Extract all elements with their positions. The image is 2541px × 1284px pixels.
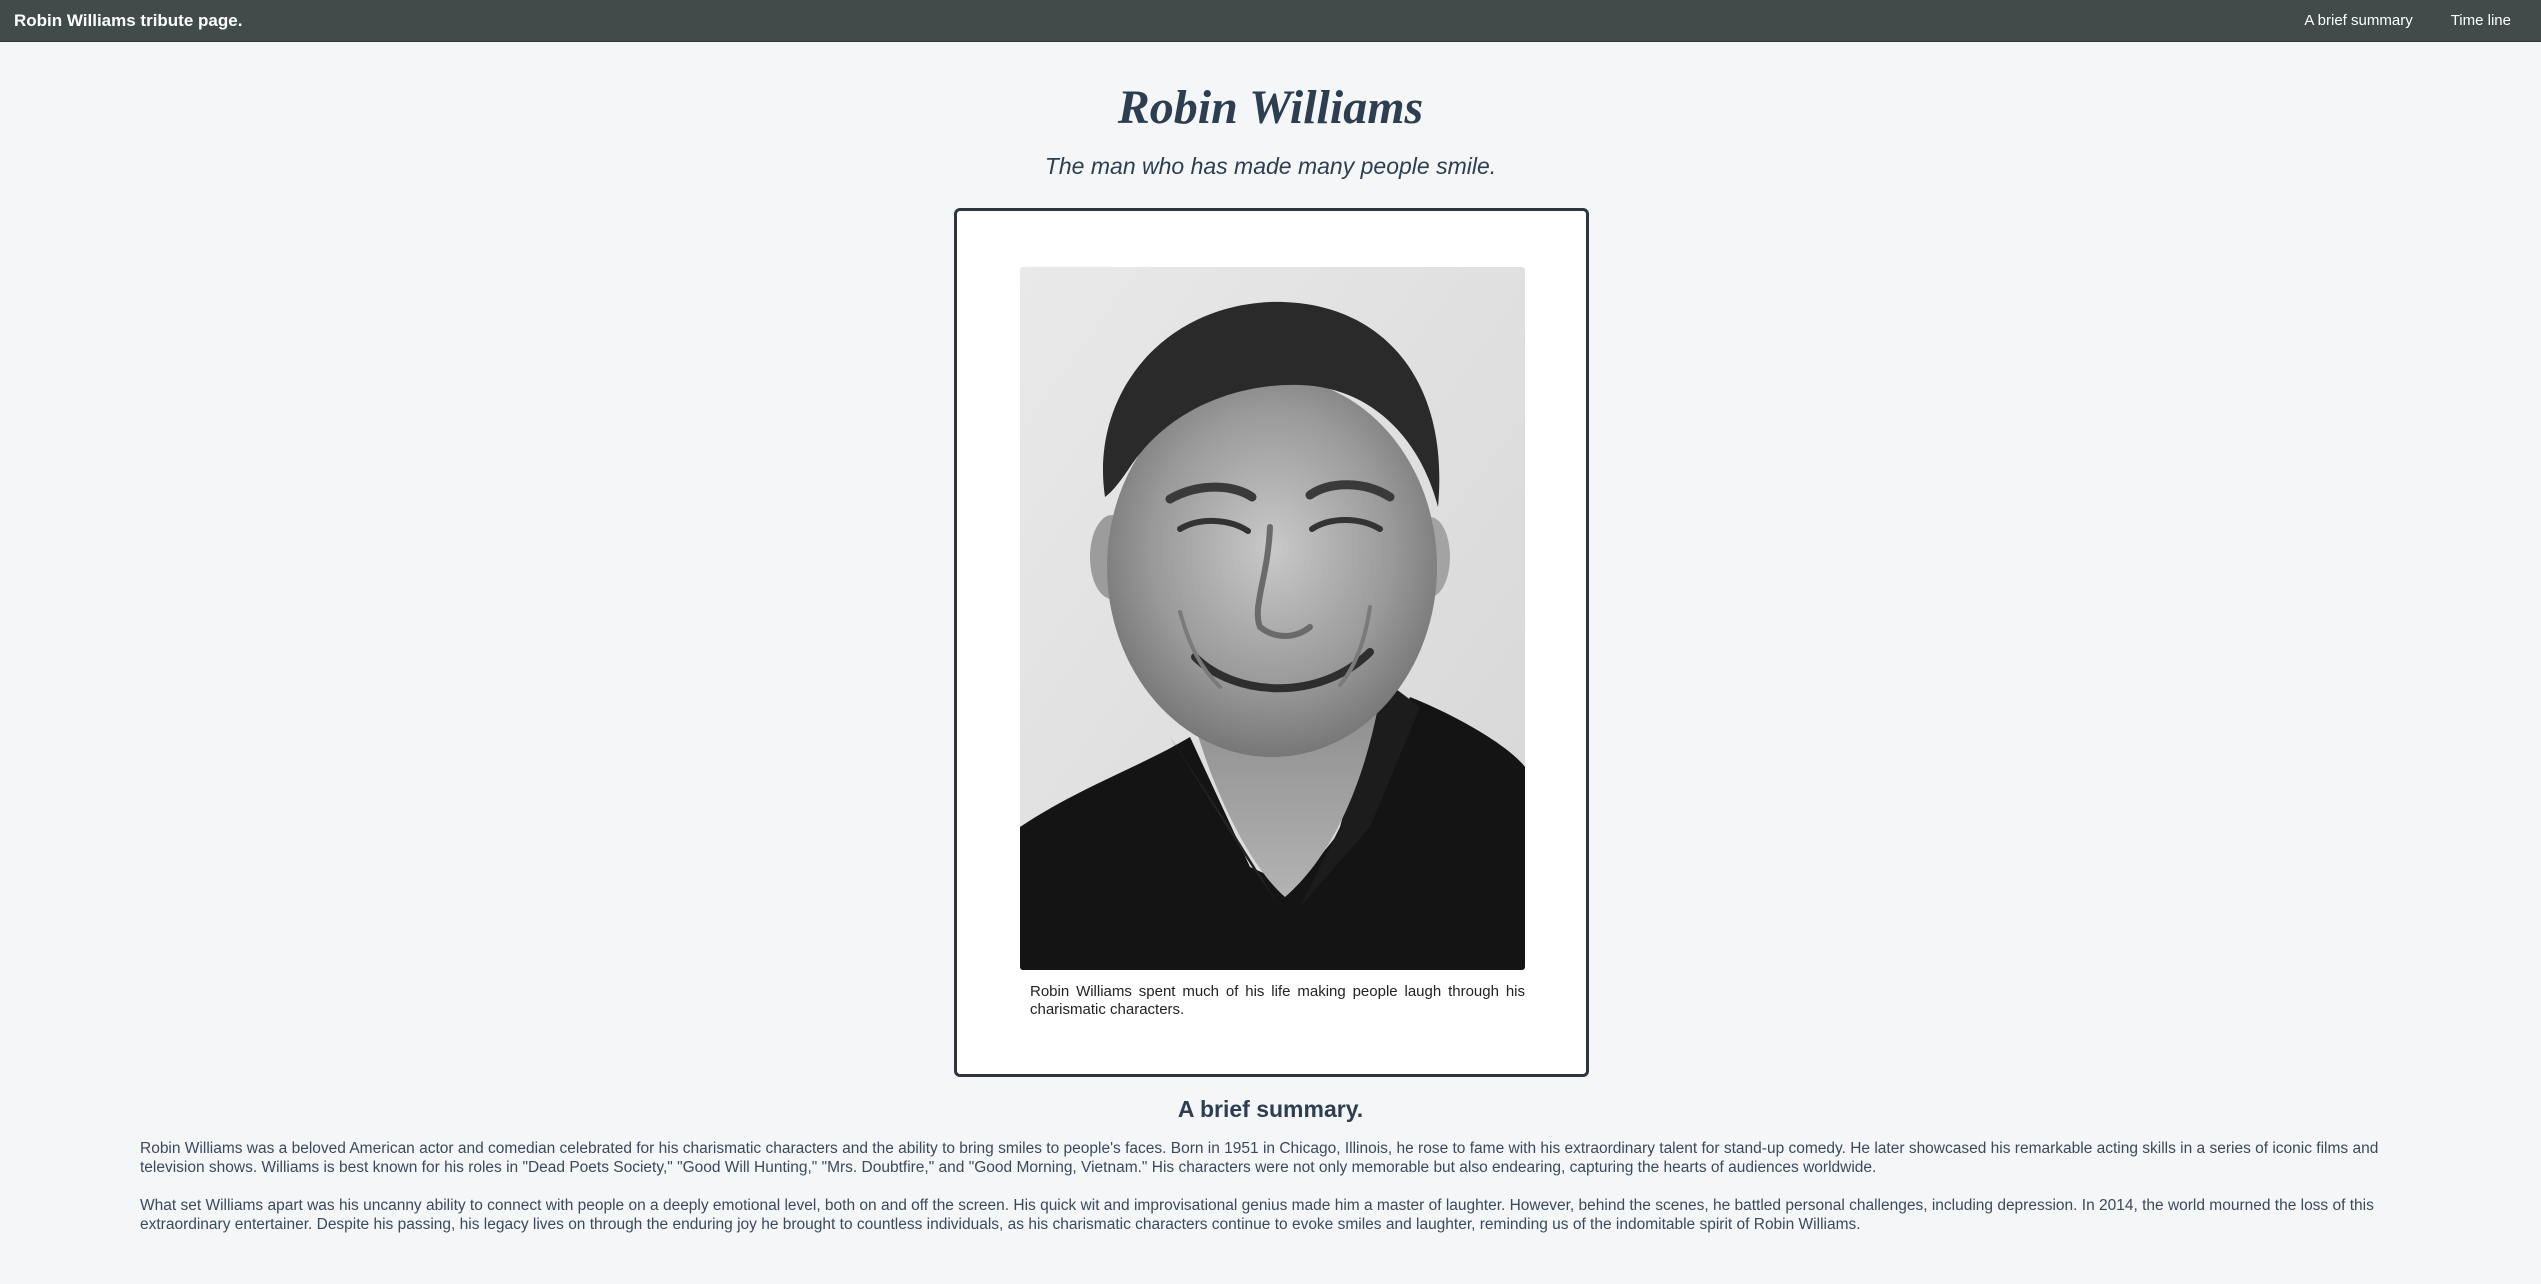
page-subtitle: The man who has made many people smile. (1044, 153, 1497, 179)
image-caption: Robin Williams spent much of his life ma… (1030, 983, 1525, 1018)
nav-link-brief-summary[interactable]: A brief summary (2304, 12, 2412, 29)
image-figure-card: Robin Williams spent much of his life ma… (954, 208, 1589, 1077)
navbar: Robin Williams tribute page. A brief sum… (0, 0, 2541, 42)
nav-link-time-line[interactable]: Time line (2451, 12, 2511, 29)
brand-title[interactable]: Robin Williams tribute page. (14, 0, 242, 41)
summary-paragraph-1: Robin Williams was a beloved American ac… (140, 1140, 2379, 1176)
summary-paragraph-2: What set Williams apart was his uncanny … (140, 1197, 2374, 1233)
nav-links: A brief summary Time line (2304, 0, 2511, 41)
portrait-image (1020, 267, 1525, 970)
page-title: Robin Williams (1117, 81, 1424, 134)
summary-heading: A brief summary. (1177, 1096, 1364, 1122)
